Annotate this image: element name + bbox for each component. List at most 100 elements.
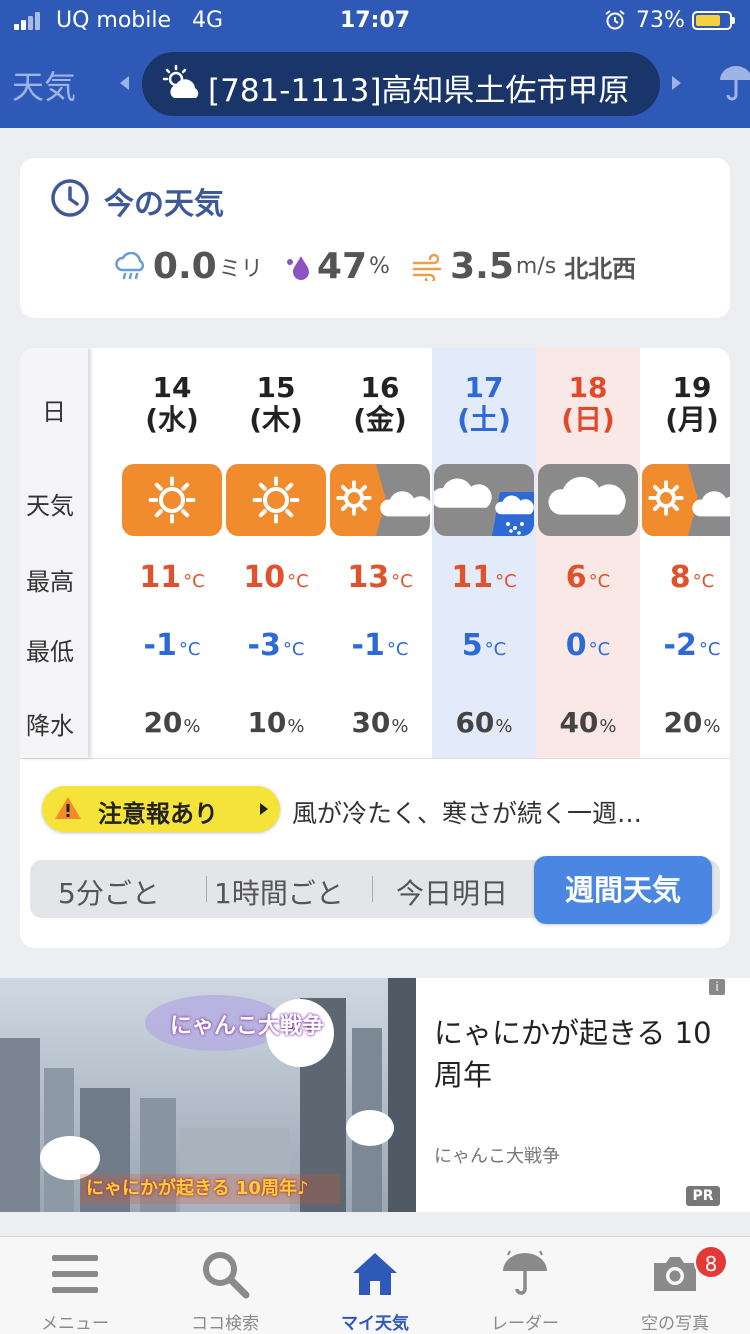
next-location-arrow-icon[interactable] bbox=[672, 76, 681, 90]
day-date: 15 (木) bbox=[224, 372, 328, 436]
day-column[interactable]: 15 (木) 10 °C -3 °C 10% bbox=[224, 348, 328, 758]
tab-menu-label: メニュー bbox=[41, 1314, 109, 1334]
day-date: 19 (月) bbox=[640, 372, 730, 436]
high-temp: 10 °C bbox=[224, 560, 328, 595]
low-temp: -3 °C bbox=[224, 628, 328, 663]
day-weekday: (水) bbox=[145, 403, 199, 436]
umbrella-icon bbox=[503, 1250, 547, 1295]
low-temp-value: -1 bbox=[351, 628, 385, 663]
day-column[interactable]: 18 (日) 6 °C 0 °C 40% bbox=[536, 348, 640, 758]
high-temp: 11 °C bbox=[432, 560, 536, 595]
rain-chance: 60% bbox=[432, 706, 536, 739]
low-temp-value: -2 bbox=[663, 628, 697, 663]
status-bar: UQ mobile 4G 17:07 73% bbox=[0, 0, 750, 40]
rain-chance-value: 20 bbox=[663, 706, 703, 739]
tab-sky-photos[interactable]: 空の写真 8 bbox=[600, 1237, 750, 1334]
tab-radar[interactable]: レーダー bbox=[450, 1237, 600, 1334]
sunny-icon bbox=[122, 464, 222, 536]
high-temp-value: 8 bbox=[669, 560, 691, 595]
partly-sunny-icon bbox=[162, 64, 199, 98]
rain-chance-value: 30 bbox=[351, 706, 391, 739]
day-weekday: (木) bbox=[249, 403, 303, 436]
ad-headline[interactable]: にゃにかが起きる 10周年 bbox=[434, 1012, 734, 1096]
tab-menu[interactable]: メニュー bbox=[0, 1237, 150, 1334]
menu-icon bbox=[52, 1255, 98, 1293]
ad-image[interactable]: にゃんこ大戦争 にゃにかが起きる 10周年♪ bbox=[0, 978, 416, 1212]
temp-unit: °C bbox=[698, 639, 721, 660]
nav-weather-tab[interactable]: 天気 bbox=[12, 62, 76, 108]
high-temp: 13 °C bbox=[328, 560, 432, 595]
location-selector[interactable]: [781-1113]高知県土佐市甲原 bbox=[142, 52, 660, 116]
advisory-text[interactable]: 風が冷たく、寒さが続く一週… bbox=[292, 794, 642, 830]
humidity-unit: % bbox=[369, 254, 390, 279]
day-column[interactable]: 14 (水) 11 °C -1 °C 20% bbox=[120, 348, 224, 758]
humidity-value: 47 bbox=[316, 246, 367, 287]
day-column[interactable]: 19 (月) 8 °C -2 °C 20% bbox=[640, 348, 730, 758]
ad-info-icon[interactable]: i bbox=[709, 979, 725, 995]
divider bbox=[20, 758, 730, 759]
tab-my-weather-label: マイ天気 bbox=[341, 1314, 409, 1334]
low-temp: -2 °C bbox=[640, 628, 730, 663]
ad-image-caption: にゃにかが起きる 10周年♪ bbox=[86, 1178, 309, 1199]
search-icon bbox=[203, 1252, 250, 1299]
chevron-right-icon bbox=[260, 803, 268, 815]
weekly-forecast-card: 日 天気 最高 最低 降水 14 (水) 11 °C -1 °C 20% 15 (木) … bbox=[20, 348, 730, 948]
tab-search[interactable]: ココ検索 bbox=[150, 1237, 300, 1334]
ad-banner[interactable]: にゃんこ大戦争 にゃにかが起きる 10周年♪ i にゃにかが起きる 10周年 に… bbox=[0, 978, 750, 1212]
precipitation-unit: ミリ bbox=[218, 256, 263, 282]
day-date: 14 (水) bbox=[120, 372, 224, 436]
rain-cloud-icon bbox=[115, 251, 144, 279]
prev-location-arrow-icon[interactable] bbox=[120, 76, 129, 90]
day-column[interactable]: 17 (土) 11 °C 5 °C 60% bbox=[432, 348, 536, 758]
rain-unit: % bbox=[183, 716, 201, 737]
tab-separator bbox=[206, 876, 207, 902]
tab-my-weather[interactable]: マイ天気 bbox=[300, 1237, 450, 1334]
current-weather-card: 今の天気 0.0ミリ 47% 3.5m/s 北北西 bbox=[20, 158, 730, 318]
tab-5min[interactable]: 5分ごと bbox=[58, 872, 160, 912]
low-temp-value: 0 bbox=[565, 628, 587, 663]
current-conditions: 0.0ミリ 47% 3.5m/s 北北西 bbox=[20, 246, 730, 290]
rain-unit: % bbox=[599, 716, 617, 737]
day-weekday: (月) bbox=[665, 403, 719, 436]
wind-value: 3.5 bbox=[450, 246, 514, 287]
day-number: 19 bbox=[672, 371, 712, 404]
cloudy-icon bbox=[538, 464, 638, 536]
tab-today-tomorrow[interactable]: 今日明日 bbox=[396, 872, 508, 912]
label-weather: 天気 bbox=[26, 492, 74, 520]
sunny-then-cloudy-icon bbox=[330, 464, 430, 536]
tab-weekly[interactable]: 週間天気 bbox=[534, 856, 712, 924]
location-name: [781-1113]高知県土佐市甲原 bbox=[208, 73, 630, 109]
cloudy-then-rain-icon bbox=[434, 464, 534, 536]
sunny-icon bbox=[226, 464, 326, 536]
rain-chance: 10% bbox=[224, 706, 328, 739]
rain-chance-value: 40 bbox=[559, 706, 599, 739]
advisory-badge[interactable]: 注意報あり bbox=[42, 786, 280, 832]
tab-radar-label: レーダー bbox=[491, 1314, 559, 1334]
day-number: 16 bbox=[360, 371, 400, 404]
tab-hourly[interactable]: 1時間ごと bbox=[214, 872, 344, 912]
temp-unit: °C bbox=[495, 571, 517, 592]
ad-logo-text: にゃんこ大戦争 bbox=[170, 1014, 325, 1039]
home-icon bbox=[353, 1253, 397, 1295]
label-rain: 降水 bbox=[26, 712, 74, 740]
day-column[interactable]: 16 (金) 13 °C -1 °C 30% bbox=[328, 348, 432, 758]
ad-pr-badge: PR bbox=[686, 1186, 720, 1206]
notification-badge: 8 bbox=[694, 1245, 728, 1279]
temp-unit: °C bbox=[287, 571, 309, 592]
day-weekday: (土) bbox=[457, 403, 511, 436]
clock-icon bbox=[51, 179, 89, 217]
tab-search-label: ココ検索 bbox=[191, 1314, 259, 1334]
temp-unit: °C bbox=[386, 639, 409, 660]
temp-unit: °C bbox=[178, 639, 201, 660]
day-number: 17 bbox=[464, 371, 504, 404]
low-temp: -1 °C bbox=[328, 628, 432, 663]
battery-percent: 73% bbox=[636, 8, 685, 33]
umbrella-icon[interactable] bbox=[716, 62, 750, 104]
high-temp-value: 6 bbox=[565, 560, 587, 595]
wind: 3.5m/s 北北西 bbox=[411, 246, 636, 287]
high-temp: 8 °C bbox=[640, 560, 730, 595]
high-temp-value: 10 bbox=[243, 560, 286, 595]
nav-bar: 天気 [781-1113]高知県土佐市甲原 bbox=[0, 40, 750, 128]
rain-chance: 20% bbox=[120, 706, 224, 739]
tab-separator bbox=[372, 876, 373, 902]
